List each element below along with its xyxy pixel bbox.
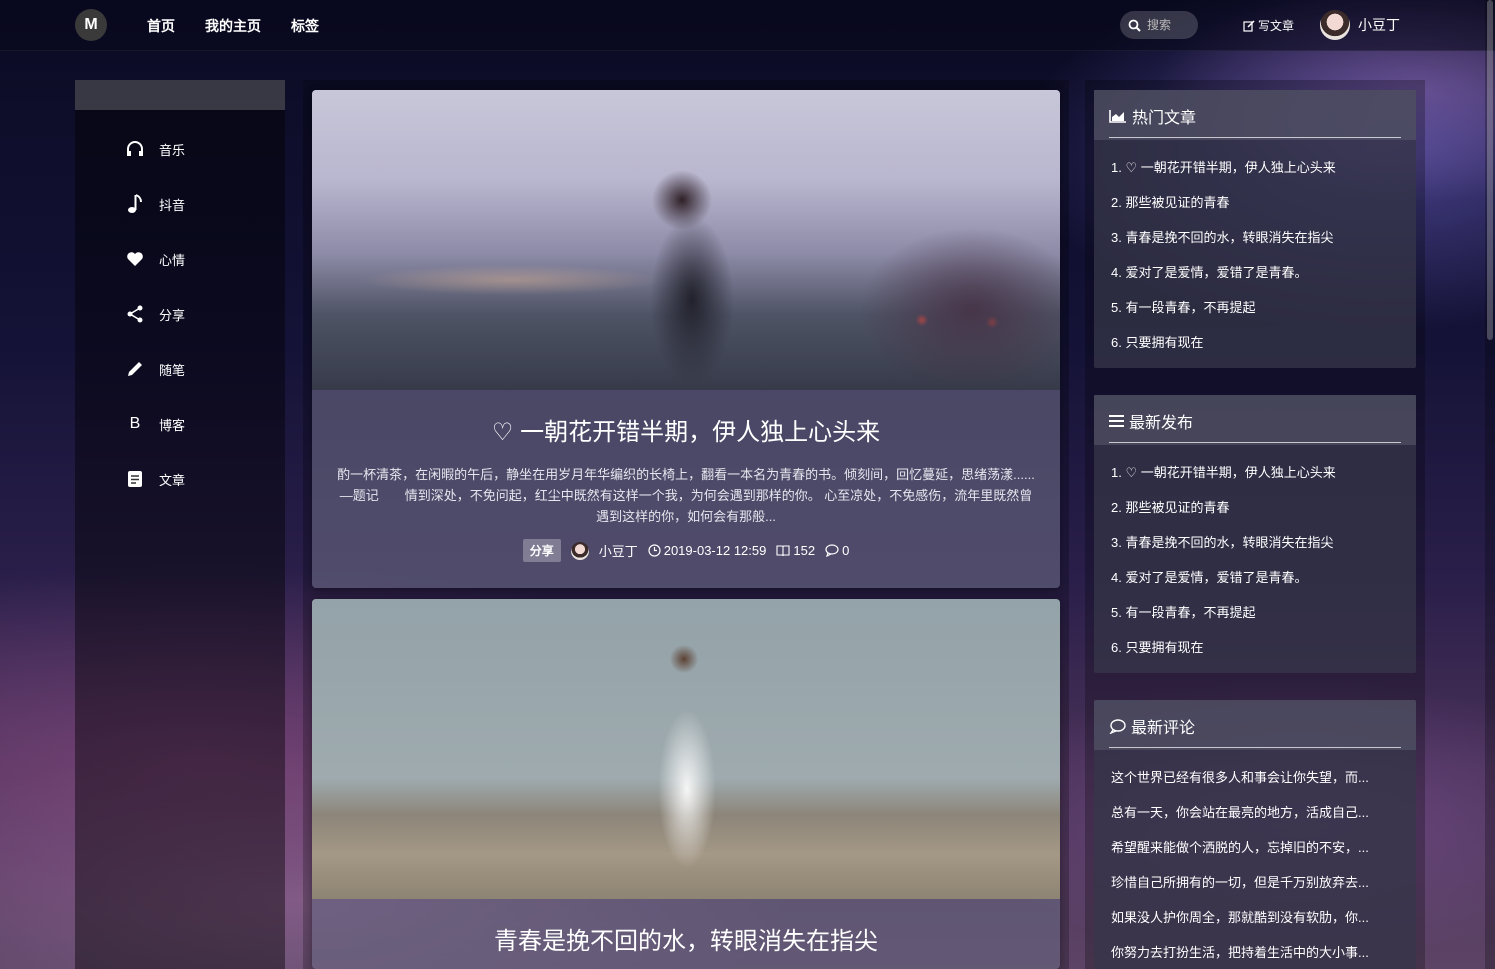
post-author[interactable]: 小豆丁 — [599, 541, 638, 560]
widget-title-label: 热门文章 — [1132, 110, 1197, 127]
hot-article-item[interactable]: 2. 那些被见证的青春 — [1111, 185, 1416, 220]
sidebar-item-label: 博客 — [159, 417, 186, 433]
widget-title: 最新评论 — [1109, 714, 1195, 738]
latest-post-item[interactable]: 1. ♡ 一朝花开错半期，伊人独上心头来 — [1111, 455, 1416, 490]
widget-title-label: 最新评论 — [1131, 720, 1196, 737]
nav-home[interactable]: 首页 — [147, 16, 175, 36]
widget-divider — [1109, 747, 1401, 748]
latest-comment-item[interactable]: 希望醒来能做个洒脱的人，忘掉旧的不安，... — [1111, 830, 1416, 865]
b-letter-icon: B — [129, 415, 141, 432]
hot-article-item[interactable]: 1. ♡ 一朝花开错半期，伊人独上心头来 — [1111, 150, 1416, 185]
latest-post-item[interactable]: 2. 那些被见证的青春 — [1111, 490, 1416, 525]
post-date-value: 2019-03-12 12:59 — [663, 543, 767, 558]
latest-comment-item[interactable]: 这个世界已经有很多人和事会让你失望，而... — [1111, 760, 1416, 795]
list-icon — [1109, 415, 1124, 427]
latest-comment-item[interactable]: 总有一天，你会站在最亮的地方，活成自己... — [1111, 795, 1416, 830]
sidebar-item-mood[interactable]: 心情 — [125, 249, 185, 269]
sidebar-item-label: 随笔 — [159, 362, 186, 378]
latest-post-item[interactable]: 5. 有一段青春，不再提起 — [1111, 595, 1416, 630]
sidebar-item-blog[interactable]: B 博客 — [125, 414, 185, 434]
post-card[interactable]: 青春是挽不回的水，转眼消失在指尖 — [312, 599, 1060, 969]
post-card[interactable]: ♡ 一朝花开错半期，伊人独上心头来 酌一杯清茶，在闲暇的午后，静坐在用岁月年华编… — [312, 90, 1060, 588]
post-comments-value: 0 — [842, 543, 850, 558]
post-category-tag[interactable]: 分享 — [522, 539, 561, 562]
search-box[interactable] — [1120, 11, 1198, 39]
post-views: 152 — [776, 543, 815, 558]
search-icon — [1128, 19, 1141, 32]
sidebar-item-douyin[interactable]: 抖音 — [125, 194, 185, 214]
sidebar-item-articles[interactable]: 文章 — [125, 469, 185, 489]
sidebar-item-share[interactable]: 分享 — [125, 304, 185, 324]
latest-post-item[interactable]: 6. 只要拥有现在 — [1111, 630, 1416, 665]
heart-icon — [125, 249, 145, 269]
sidebar-item-label: 音乐 — [159, 142, 186, 158]
sidebar-item-label: 抖音 — [159, 197, 186, 213]
clock-icon — [648, 544, 661, 557]
page-scrollbar[interactable] — [1485, 0, 1495, 969]
post-excerpt: 酌一杯清茶，在闲暇的午后，静坐在用岁月年华编织的长椅上，翻看一本名为青春的书。倾… — [337, 467, 1035, 524]
sidebar-item-label: 心情 — [159, 252, 186, 268]
user-avatar[interactable] — [1320, 10, 1350, 40]
comment-icon — [825, 544, 839, 557]
widget-title-label: 最新发布 — [1129, 415, 1194, 432]
nav-tags[interactable]: 标签 — [291, 16, 319, 36]
latest-posts-widget: 最新发布 1. ♡ 一朝花开错半期，伊人独上心头来 2. 那些被见证的青春 3.… — [1094, 395, 1416, 673]
post-meta: 分享 小豆丁 2019-03-12 12:59 152 0 — [336, 539, 1036, 588]
widget-divider — [1109, 442, 1401, 443]
comment-icon — [1109, 718, 1126, 734]
widget-title: 最新发布 — [1109, 409, 1193, 433]
nav-my-homepage[interactable]: 我的主页 — [205, 16, 261, 36]
area-chart-icon — [1109, 110, 1126, 123]
author-avatar[interactable] — [570, 541, 589, 560]
post-cover-image[interactable] — [312, 599, 1060, 899]
post-title[interactable]: 青春是挽不回的水，转眼消失在指尖 — [336, 921, 1036, 956]
headphones-icon — [125, 139, 145, 159]
write-article-button[interactable]: 写文章 — [1243, 17, 1294, 34]
user-menu[interactable]: 小豆丁 — [1320, 10, 1400, 40]
pencil-icon — [125, 359, 145, 379]
latest-comment-item[interactable]: 珍惜自己所拥有的一切，但是千万别放弃去... — [1111, 865, 1416, 900]
latest-post-item[interactable]: 4. 爱对了是爱情，爱错了是青春。 — [1111, 560, 1416, 595]
widget-title: 热门文章 — [1109, 104, 1196, 128]
post-date: 2019-03-12 12:59 — [648, 543, 767, 558]
book-icon — [776, 545, 790, 557]
site-logo[interactable]: M — [75, 9, 107, 41]
sidebar-header — [75, 80, 285, 110]
post-views-value: 152 — [793, 543, 816, 558]
music-note-icon — [125, 194, 145, 214]
sidebar-item-label: 文章 — [159, 472, 186, 488]
latest-comments-widget: 最新评论 这个世界已经有很多人和事会让你失望，而... 总有一天，你会站在最亮的… — [1094, 700, 1416, 969]
top-navbar: M 首页 我的主页 标签 写文章 小豆丁 — [0, 0, 1495, 51]
share-icon — [125, 304, 145, 324]
hot-article-item[interactable]: 3. 青春是挽不回的水，转眼消失在指尖 — [1111, 220, 1416, 255]
username[interactable]: 小豆丁 — [1358, 15, 1400, 35]
scrollbar-thumb[interactable] — [1487, 0, 1493, 340]
edit-icon — [1243, 19, 1255, 32]
latest-post-item[interactable]: 3. 青春是挽不回的水，转眼消失在指尖 — [1111, 525, 1416, 560]
latest-comment-item[interactable]: 如果没人护你周全，那就酷到没有软肋，你... — [1111, 900, 1416, 935]
sidebar-item-essay[interactable]: 随笔 — [125, 359, 185, 379]
hot-article-item[interactable]: 4. 爱对了是爱情，爱错了是青春。 — [1111, 255, 1416, 290]
search-input[interactable] — [1145, 17, 1197, 33]
post-comments[interactable]: 0 — [825, 543, 849, 558]
document-icon — [125, 469, 145, 489]
sidebar-item-music[interactable]: 音乐 — [125, 139, 185, 159]
sidebar-item-label: 分享 — [159, 307, 186, 323]
main-nav: 首页 我的主页 标签 — [147, 16, 319, 36]
hot-article-item[interactable]: 6. 只要拥有现在 — [1111, 325, 1416, 360]
latest-comment-item[interactable]: 你努力去打扮生活，把持着生活中的大小事... — [1111, 935, 1416, 969]
hot-article-item[interactable]: 5. 有一段青春，不再提起 — [1111, 290, 1416, 325]
hot-articles-widget: 热门文章 1. ♡ 一朝花开错半期，伊人独上心头来 2. 那些被见证的青春 3.… — [1094, 90, 1416, 368]
post-cover-image[interactable] — [312, 90, 1060, 390]
write-article-label: 写文章 — [1258, 19, 1295, 33]
post-title[interactable]: ♡ 一朝花开错半期，伊人独上心头来 — [336, 412, 1036, 447]
widget-divider — [1109, 137, 1401, 138]
